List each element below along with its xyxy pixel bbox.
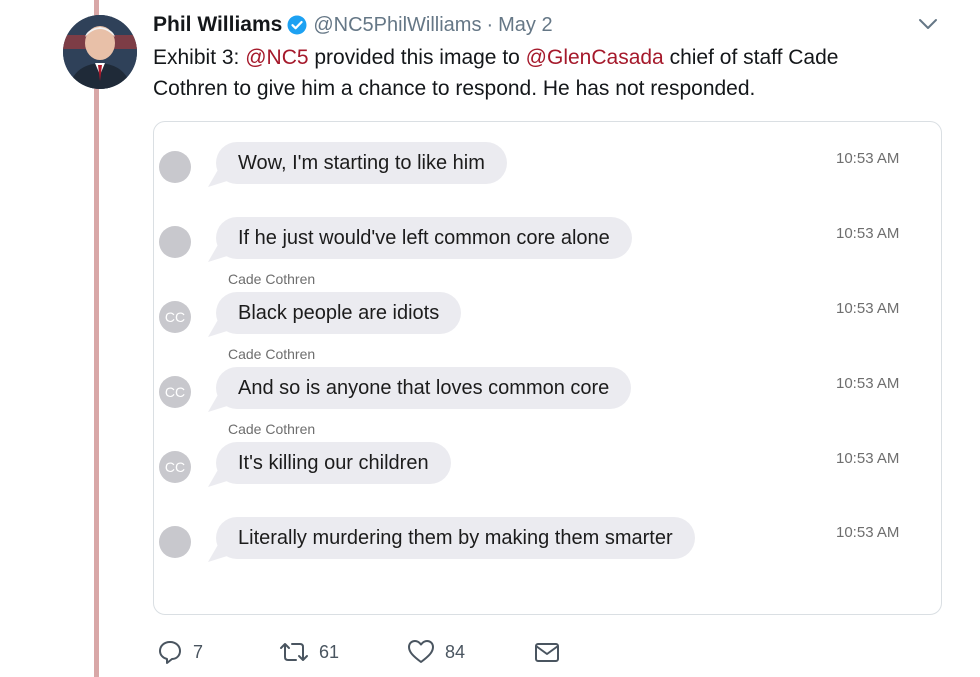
sender-avatar: CC <box>159 301 191 333</box>
thread-line <box>94 0 99 677</box>
header-separator: · <box>486 13 494 36</box>
sender-avatar: CC <box>159 376 191 408</box>
reply-count: 7 <box>193 641 204 662</box>
tweet-actions: 7 61 84 <box>157 637 657 667</box>
tweet-text-part: provided this image to <box>308 46 526 69</box>
like-count: 84 <box>445 641 466 662</box>
mention-link[interactable]: @NC5 <box>245 46 308 69</box>
reply-icon <box>157 639 183 665</box>
tweet-date[interactable]: May 2 <box>498 14 552 37</box>
sender-name: Cade Cothren <box>228 346 316 362</box>
author-photo-icon <box>63 15 137 89</box>
message-bubble: If he just would've left common core alo… <box>216 217 632 259</box>
message-bubble: And so is anyone that loves common core <box>216 367 632 409</box>
retweet-count: 61 <box>319 641 340 662</box>
heart-icon <box>407 639 435 665</box>
message-bubble: It's killing our children <box>216 442 451 484</box>
author-handle[interactable]: @NC5PhilWilliams <box>313 14 481 37</box>
message-bubble: Literally murdering them by making them … <box>216 517 695 559</box>
like-button[interactable]: 84 <box>407 637 465 667</box>
tweet-header: Phil Williams @NC5PhilWilliams · May 2 <box>153 11 553 39</box>
envelope-icon <box>533 639 561 665</box>
message-time: 10:53 AM <box>836 450 900 467</box>
retweet-button[interactable]: 61 <box>279 637 339 667</box>
attached-image[interactable]: Wow, I'm starting to like him 10:53 AM I… <box>153 121 942 615</box>
sender-name: Cade Cothren <box>228 421 316 437</box>
sender-name: Cade Cothren <box>228 271 316 287</box>
message-time: 10:53 AM <box>836 225 900 242</box>
sender-avatar <box>159 151 191 183</box>
chevron-down-icon[interactable] <box>917 16 939 32</box>
author-name[interactable]: Phil Williams <box>153 13 282 37</box>
direct-message-button[interactable] <box>533 637 561 667</box>
sender-avatar <box>159 226 191 258</box>
author-avatar[interactable] <box>63 15 137 89</box>
sender-avatar: CC <box>159 451 191 483</box>
message-bubble: Wow, I'm starting to like him <box>216 142 507 184</box>
retweet-icon <box>279 639 309 665</box>
reply-button[interactable]: 7 <box>157 637 203 667</box>
message-time: 10:53 AM <box>836 150 900 167</box>
tweet-text-part: Exhibit 3: <box>153 46 246 69</box>
sender-avatar <box>159 526 191 558</box>
tweet-text: Exhibit 3: @NC5 provided this image to @… <box>153 42 913 104</box>
message-time: 10:53 AM <box>836 300 900 317</box>
message-bubble: Black people are idiots <box>216 292 462 334</box>
message-time: 10:53 AM <box>836 375 900 392</box>
mention-link[interactable]: @GlenCasada <box>526 46 664 69</box>
verified-badge-icon <box>287 15 307 35</box>
message-time: 10:53 AM <box>836 524 900 541</box>
